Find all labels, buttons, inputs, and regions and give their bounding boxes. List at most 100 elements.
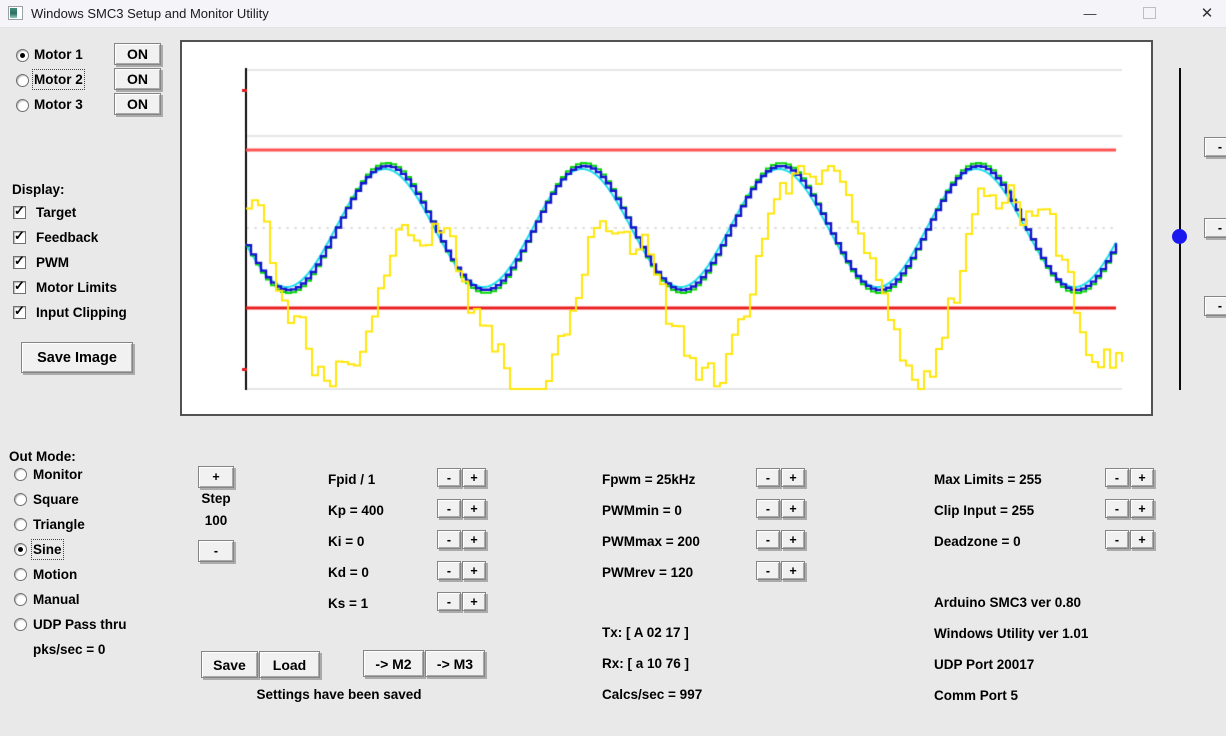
feedback-checkbox-label: Feedback [36,230,99,245]
max-limits-minus-button[interactable]: - [1105,468,1129,487]
copy-to-m2-button[interactable]: -> M2 [363,650,424,677]
pwmmin-label: PWMmin = 0 [602,503,682,518]
close-icon: ✕ [1200,5,1214,22]
motor3-on-button[interactable]: ON [114,93,161,115]
deadzone-minus-button[interactable]: - [1105,530,1129,549]
out-mode-udp-label: UDP Pass thru [33,617,127,632]
feedback-checkbox[interactable]: ✓ [13,228,26,244]
maximize-button[interactable] [1132,0,1166,26]
out-mode-square-label: Square [33,492,79,507]
pwmmax-minus-button[interactable]: - [756,530,780,549]
motor1-label: Motor 1 [34,47,83,62]
utility-version-text: Windows Utility ver 1.01 [934,626,1089,641]
motor1-radio[interactable] [16,49,29,62]
target-checkbox[interactable]: ✓ [13,203,26,219]
input-clipping-checkbox[interactable]: ✓ [13,303,26,319]
out-mode-motion-radio[interactable] [14,568,27,581]
pwmmax-label: PWMmax = 200 [602,534,700,549]
titlebar: Windows SMC3 Setup and Monitor Utility —… [0,0,1226,28]
motor3-label: Motor 3 [34,97,83,112]
motor1-on-button[interactable]: ON [114,43,161,65]
app-icon [8,6,23,20]
fpwm-minus-button[interactable]: - [756,468,780,487]
out-mode-motion-label: Motion [33,567,78,582]
out-mode-triangle-radio[interactable] [14,518,27,531]
copy-to-m3-button[interactable]: -> M3 [425,650,485,677]
save-image-button[interactable]: Save Image [21,342,133,373]
step-label: Step [201,491,231,506]
display-header: Display: [12,182,65,197]
pks-per-sec-label: pks/sec = 0 [33,642,106,657]
out-mode-sine-label: Sine [31,539,64,560]
clip-input-label: Clip Input = 255 [934,503,1035,518]
load-settings-button[interactable]: Load [259,651,320,678]
motor2-radio[interactable] [16,74,29,87]
udp-port-text: UDP Port 20017 [934,657,1035,672]
motor-limits-checkbox-label: Motor Limits [36,280,117,295]
settings-status-text: Settings have been saved [256,687,422,702]
out-mode-square-radio[interactable] [14,493,27,506]
smc3-window: Windows SMC3 Setup and Monitor Utility —… [0,0,1226,736]
out-mode-sine-radio[interactable] [14,543,27,556]
target-checkbox-label: Target [36,205,77,220]
out-mode-manual-label: Manual [33,592,80,607]
fpid-label: Fpid / 1 [328,472,376,487]
deadzone-label: Deadzone = 0 [934,534,1021,549]
ks-plus-button[interactable]: + [462,592,486,611]
out-mode-header: Out Mode: [9,449,76,464]
pwmrev-label: PWMrev = 120 [602,565,694,580]
kd-minus-button[interactable]: - [437,561,461,580]
calcs-per-sec-readout: Calcs/sec = 997 [602,687,703,702]
kp-plus-button[interactable]: + [462,499,486,518]
trim-top-minus-button[interactable]: - [1204,137,1226,157]
minimize-button[interactable]: — [1073,0,1107,26]
kp-label: Kp = 400 [328,503,384,518]
fpid-plus-button[interactable]: + [462,468,486,487]
kd-plus-button[interactable]: + [462,561,486,580]
deadzone-plus-button[interactable]: + [1130,530,1154,549]
kp-minus-button[interactable]: - [437,499,461,518]
out-mode-udp-radio[interactable] [14,618,27,631]
motor3-radio[interactable] [16,99,29,112]
check-icon: ✓ [14,228,25,243]
pwmrev-plus-button[interactable]: + [781,561,805,580]
step-value: 100 [204,513,228,528]
pwm-checkbox[interactable]: ✓ [13,253,26,269]
ki-minus-button[interactable]: - [437,530,461,549]
maximize-icon [1142,7,1156,19]
motor2-label: Motor 2 [32,69,85,90]
pwmmin-plus-button[interactable]: + [781,499,805,518]
max-limits-label: Max Limits = 255 [934,472,1042,487]
trim-middle-minus-button[interactable]: - [1204,218,1226,238]
clip-input-minus-button[interactable]: - [1105,499,1129,518]
fpwm-label: Fpwm = 25kHz [602,472,696,487]
pwmmax-plus-button[interactable]: + [781,530,805,549]
close-button[interactable]: ✕ [1190,0,1224,26]
motor2-on-button[interactable]: ON [114,68,161,90]
fpid-minus-button[interactable]: - [437,468,461,487]
ks-minus-button[interactable]: - [437,592,461,611]
out-mode-manual-radio[interactable] [14,593,27,606]
out-mode-monitor-radio[interactable] [14,468,27,481]
kd-label: Kd = 0 [328,565,369,580]
save-settings-button[interactable]: Save [201,651,258,678]
max-limits-plus-button[interactable]: + [1130,468,1154,487]
out-mode-triangle-label: Triangle [33,517,85,532]
step-plus-button[interactable]: + [198,466,234,488]
minimize-icon: — [1083,5,1097,21]
check-icon: ✓ [14,203,25,218]
fpwm-plus-button[interactable]: + [781,468,805,487]
ki-plus-button[interactable]: + [462,530,486,549]
step-minus-button[interactable]: - [198,540,234,562]
scale-slider-handle[interactable] [1172,229,1187,244]
window-title: Windows SMC3 Setup and Monitor Utility [31,6,269,21]
scope-canvas [182,42,1151,414]
pwmrev-minus-button[interactable]: - [756,561,780,580]
check-icon: ✓ [14,253,25,268]
trim-bottom-minus-button[interactable]: - [1204,296,1226,316]
clip-input-plus-button[interactable]: + [1130,499,1154,518]
pwmmin-minus-button[interactable]: - [756,499,780,518]
scope-plot [180,40,1153,416]
ks-label: Ks = 1 [328,596,369,611]
motor-limits-checkbox[interactable]: ✓ [13,278,26,294]
